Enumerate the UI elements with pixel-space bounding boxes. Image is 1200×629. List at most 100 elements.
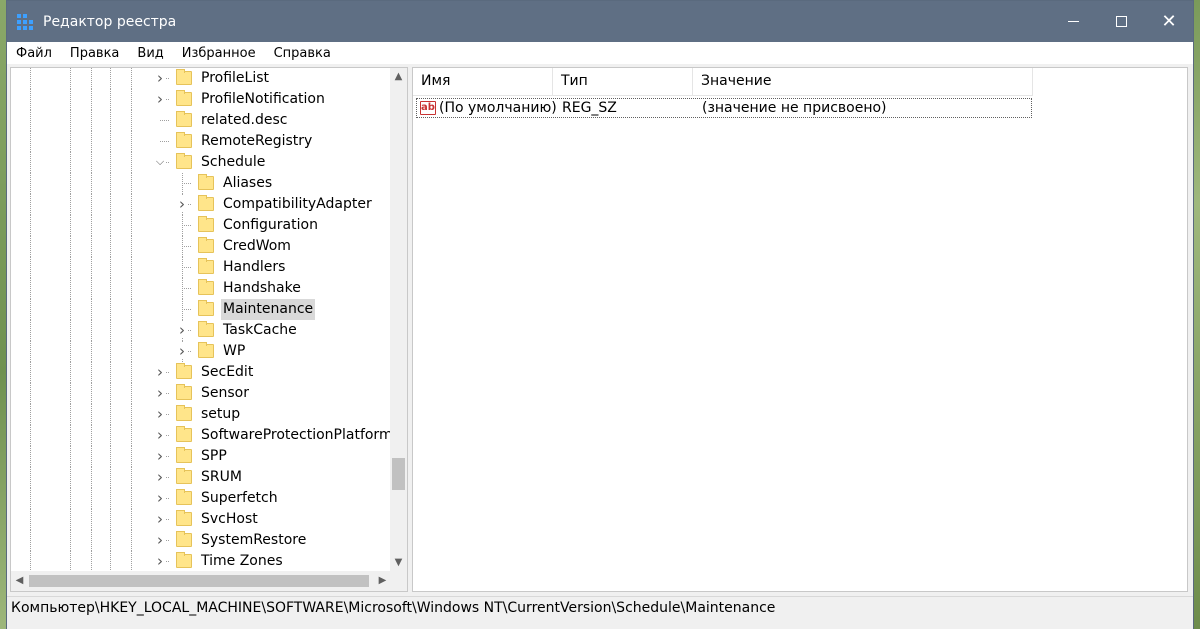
- tree-vscroll-thumb[interactable]: [392, 458, 405, 490]
- maximize-button[interactable]: [1097, 1, 1145, 42]
- tree-item[interactable]: › ProfileList: [11, 68, 391, 89]
- tree-item[interactable]: › WP: [11, 341, 391, 362]
- tree-item[interactable]: › Superfetch: [11, 488, 391, 509]
- chevron-right-icon[interactable]: ›: [154, 511, 166, 527]
- title-bar[interactable]: Редактор реестра ✕: [7, 1, 1193, 42]
- tree-item[interactable]: related.desc: [11, 110, 391, 131]
- tree-item[interactable]: Aliases: [11, 173, 391, 194]
- tree-item[interactable]: › SoftwareProtectionPlatform: [11, 425, 391, 446]
- tree-item-label[interactable]: Sensor: [199, 383, 251, 404]
- tree-item[interactable]: › TaskCache: [11, 320, 391, 341]
- tree-hscroll-thumb[interactable]: [29, 575, 369, 587]
- chevron-right-icon[interactable]: ›: [154, 385, 166, 401]
- tree-item[interactable]: › CompatibilityAdapter: [11, 194, 391, 215]
- tree-item[interactable]: › Sensor: [11, 383, 391, 404]
- tree-item-label[interactable]: Schedule: [199, 152, 267, 173]
- tree-connector-line: [182, 183, 191, 184]
- chevron-right-icon[interactable]: ›: [154, 553, 166, 569]
- tree-item-label[interactable]: Configuration: [221, 215, 320, 236]
- tree-guide-line: [131, 89, 132, 110]
- scroll-right-icon[interactable]: ▶: [374, 571, 391, 591]
- tree-item-label[interactable]: SvcHost: [199, 509, 260, 530]
- tree-item-label[interactable]: SecEdit: [199, 362, 255, 383]
- chevron-right-icon[interactable]: ›: [154, 91, 166, 107]
- tree-item-label[interactable]: TaskCache: [221, 320, 299, 341]
- tree-vertical-scrollbar[interactable]: ▲ ▼: [390, 68, 407, 571]
- tree-item[interactable]: RemoteRegistry: [11, 131, 391, 152]
- tree-guide-line: [91, 509, 92, 530]
- registry-editor-window: Редактор реестра ✕ Файл Правка Вид Избра…: [6, 0, 1194, 629]
- chevron-right-icon[interactable]: ›: [176, 322, 188, 338]
- tree-item-label[interactable]: SystemRestore: [199, 530, 308, 551]
- scroll-up-icon[interactable]: ▲: [390, 68, 407, 85]
- tree-item-label[interactable]: WP: [221, 341, 247, 362]
- chevron-right-icon[interactable]: ›: [154, 70, 166, 86]
- tree-item[interactable]: Configuration: [11, 215, 391, 236]
- tree-item-label[interactable]: Handshake: [221, 278, 303, 299]
- tree-item[interactable]: Handlers: [11, 257, 391, 278]
- scroll-left-icon[interactable]: ◀: [11, 571, 28, 591]
- chevron-right-icon[interactable]: ›: [154, 490, 166, 506]
- tree-item[interactable]: › Time Zones: [11, 551, 391, 571]
- tree-item[interactable]: › setup: [11, 404, 391, 425]
- tree-item-label[interactable]: Handlers: [221, 257, 287, 278]
- tree-item[interactable]: › SystemRestore: [11, 530, 391, 551]
- tree-item-label[interactable]: Superfetch: [199, 488, 280, 509]
- tree-item-label[interactable]: Time Zones: [199, 551, 285, 571]
- tree-item-label[interactable]: SoftwareProtectionPlatform: [199, 425, 391, 446]
- tree-item-label[interactable]: ProfileNotification: [199, 89, 327, 110]
- tree-item-label[interactable]: setup: [199, 404, 242, 425]
- tree-item[interactable]: › SPP: [11, 446, 391, 467]
- column-header-value[interactable]: Значение: [693, 68, 1033, 95]
- tree-item-label[interactable]: SPP: [199, 446, 229, 467]
- tree-guide-line: [70, 257, 71, 278]
- tree-guide-line: [131, 383, 132, 404]
- tree-connector-line: [182, 246, 191, 247]
- chevron-right-icon[interactable]: ›: [154, 448, 166, 464]
- tree-item[interactable]: › SecEdit: [11, 362, 391, 383]
- tree-item[interactable]: ⌵ Schedule: [11, 152, 391, 173]
- tree-guide-line: [110, 341, 111, 362]
- tree-item-label[interactable]: ProfileList: [199, 68, 271, 89]
- menu-edit[interactable]: Правка: [61, 46, 128, 61]
- menu-favorites[interactable]: Избранное: [173, 46, 265, 61]
- tree-item-label[interactable]: RemoteRegistry: [199, 131, 314, 152]
- tree-item-label[interactable]: CredWom: [221, 236, 293, 257]
- tree-item[interactable]: › ProfileNotification: [11, 89, 391, 110]
- chevron-right-icon[interactable]: ›: [154, 469, 166, 485]
- chevron-down-icon[interactable]: ⌵: [154, 154, 166, 170]
- tree-item[interactable]: CredWom: [11, 236, 391, 257]
- close-button[interactable]: ✕: [1145, 1, 1193, 42]
- list-row[interactable]: ab (По умолчанию) REG_SZ (значение не при…: [416, 98, 1032, 118]
- menu-view[interactable]: Вид: [128, 46, 172, 61]
- chevron-right-icon[interactable]: ›: [176, 196, 188, 212]
- tree-item[interactable]: Maintenance: [11, 299, 391, 320]
- tree-item[interactable]: Handshake: [11, 278, 391, 299]
- chevron-right-icon[interactable]: ›: [176, 343, 188, 359]
- tree-item[interactable]: › SvcHost: [11, 509, 391, 530]
- scroll-corner: [390, 571, 407, 591]
- tree-guide-line: [110, 110, 111, 131]
- tree-item-label[interactable]: Aliases: [221, 173, 274, 194]
- tree-item-label[interactable]: SRUM: [199, 467, 244, 488]
- tree-guide-line: [131, 131, 132, 152]
- tree-guide-line: [91, 68, 92, 89]
- scroll-down-icon[interactable]: ▼: [390, 554, 407, 571]
- column-header-name[interactable]: Имя: [413, 68, 553, 95]
- tree-item-label[interactable]: related.desc: [199, 110, 289, 131]
- chevron-right-icon[interactable]: ›: [154, 427, 166, 443]
- chevron-right-icon[interactable]: ›: [154, 364, 166, 380]
- chevron-right-icon[interactable]: ›: [154, 406, 166, 422]
- list-header: Имя Тип Значение: [413, 68, 1033, 96]
- tree-horizontal-scrollbar[interactable]: ◀ ▶: [11, 571, 391, 591]
- tree-item-label[interactable]: Maintenance: [221, 299, 316, 320]
- tree-item[interactable]: › SRUM: [11, 467, 391, 488]
- menu-file[interactable]: Файл: [7, 46, 61, 61]
- tree-guide-line: [91, 446, 92, 467]
- menu-help[interactable]: Справка: [265, 46, 340, 61]
- tree-item-label[interactable]: CompatibilityAdapter: [221, 194, 374, 215]
- minimize-button[interactable]: [1049, 1, 1097, 42]
- tree-guide-line: [70, 362, 71, 383]
- column-header-type[interactable]: Тип: [553, 68, 693, 95]
- chevron-right-icon[interactable]: ›: [154, 532, 166, 548]
